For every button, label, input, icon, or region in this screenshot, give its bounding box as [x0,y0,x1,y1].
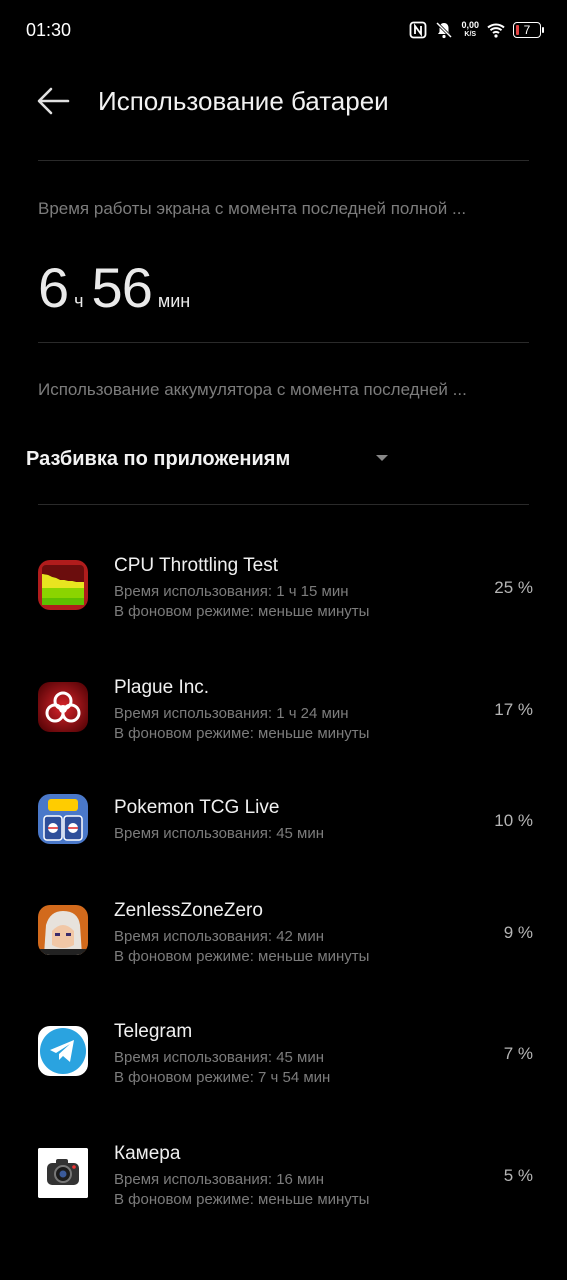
cpu-throttling-test-icon [38,560,88,610]
page-title: Использование батареи [98,86,389,116]
app-row-pokemon-tcg-live[interactable]: Pokemon TCG Live Время использования: 45… [0,792,567,852]
app-name: Telegram [114,1021,193,1042]
app-usage-time: Время использования: 16 мин [114,1171,325,1188]
battery-icon: 7 [513,22,544,38]
app-usage-time: Время использования: 42 мин [114,928,325,945]
app-row-cpu-throttling-test[interactable]: CPU Throttling Test Время использования:… [0,548,567,628]
app-percent: 7 % [503,1044,533,1063]
telegram-icon [38,1026,88,1076]
divider [38,504,529,505]
network-speed: 0,00 K/S [461,21,479,39]
app-percent: 5 % [503,1166,533,1185]
app-row-camera[interactable]: Камера Время использования: 16 мин В фон… [0,1136,567,1216]
app-row-telegram[interactable]: Telegram Время использования: 45 мин В ф… [0,1014,567,1094]
screen-time-hours: 6 [38,256,69,319]
screen-time-minutes-unit: мин [157,291,191,311]
app-background-time: В фоновом режиме: меньше минуты [114,1191,370,1208]
battery-level: 7 [523,23,531,37]
app-percent: 9 % [503,923,533,942]
app-background-time: В фоновом режиме: меньше минуты [114,725,370,742]
camera-icon [38,1148,88,1198]
plague-inc-icon [38,682,88,732]
app-row-plague-inc[interactable]: Plague Inc. Время использования: 1 ч 24 … [0,670,567,750]
app-usage-time: Время использования: 45 мин [114,825,325,842]
app-percent: 25 % [494,578,533,597]
back-arrow-icon[interactable] [36,86,70,116]
app-row-zenless-zone-zero[interactable]: ZenlessZoneZero Время использования: 42 … [0,893,567,973]
wifi-icon [487,23,505,38]
zenless-zone-zero-icon [38,905,88,955]
app-name: Plague Inc. [114,677,210,698]
app-name: CPU Throttling Test [114,555,279,576]
network-speed-unit: K/S [464,31,477,38]
app-usage-time: Время использования: 1 ч 24 мин [114,705,349,722]
nfc-icon [410,21,427,39]
screen-time-label: Время работы экрана с момента последней … [38,199,467,218]
pokemon-tcg-live-icon [38,794,88,844]
app-percent: 17 % [494,700,533,719]
battery-usage-label: Использование аккумулятора с момента пос… [38,380,467,399]
screen-time-hours-unit: ч [74,291,84,311]
breakdown-dropdown[interactable]: Разбивка по приложениям [26,445,396,473]
app-usage-time: Время использования: 45 мин [114,1049,325,1066]
divider [38,342,529,343]
app-name: Pokemon TCG Live [114,797,280,818]
app-usage-time: Время использования: 1 ч 15 мин [114,583,349,600]
app-percent: 10 % [494,811,533,830]
status-time: 01:30 [26,20,72,40]
bell-off-icon [436,21,453,39]
breakdown-dropdown-label: Разбивка по приложениям [26,447,291,470]
screen-time-minutes: 56 [91,256,153,319]
app-name: Камера [114,1143,181,1164]
app-background-time: В фоновом режиме: 7 ч 54 мин [114,1069,331,1086]
caret-down-icon [376,455,388,461]
app-name: ZenlessZoneZero [114,900,263,921]
app-background-time: В фоновом режиме: меньше минуты [114,603,370,620]
network-speed-value: 0,00 [461,20,479,30]
divider [38,160,529,161]
app-background-time: В фоновом режиме: меньше минуты [114,948,370,965]
status-icons: 0,00 K/S 7 [409,19,544,41]
screen-time-value: 6 ч 56 мин [38,255,198,320]
